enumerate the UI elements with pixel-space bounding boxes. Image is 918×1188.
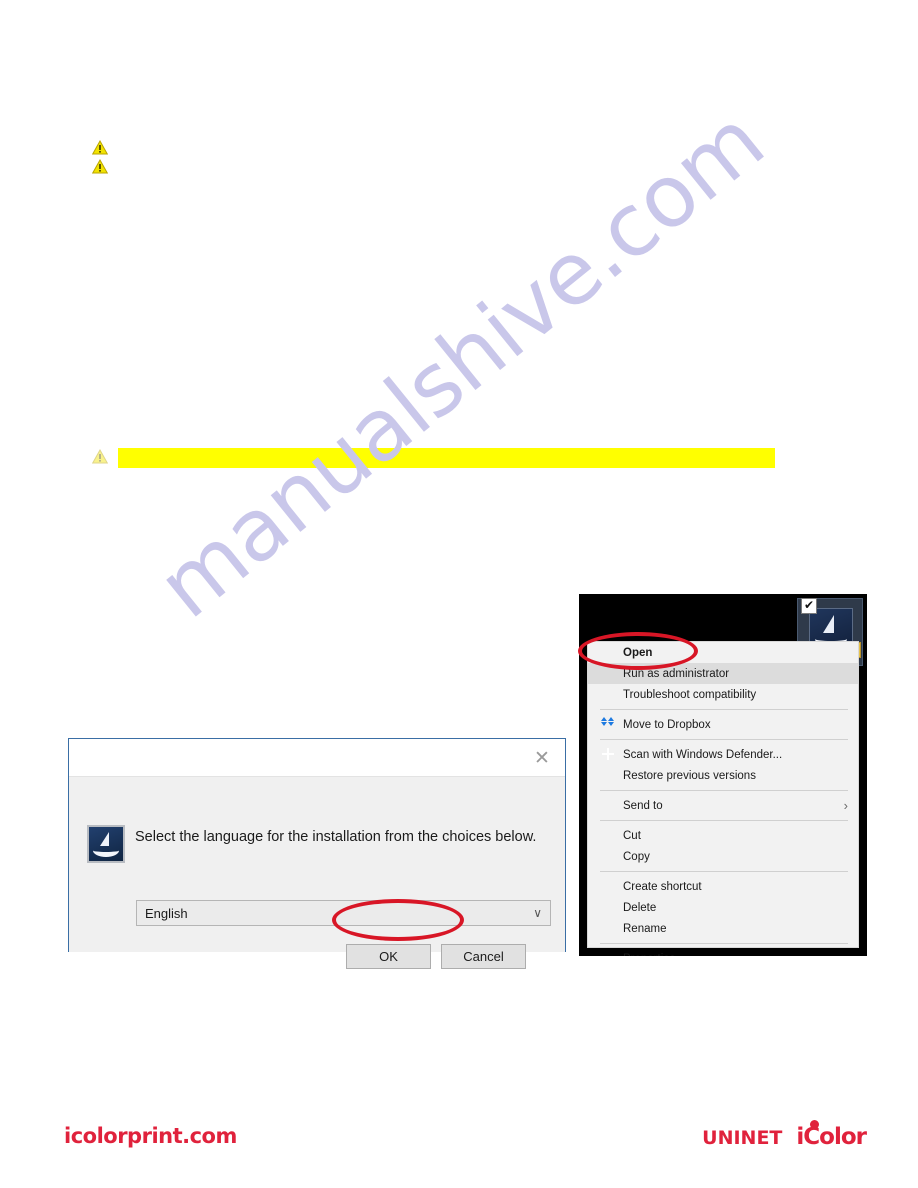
context-menu-screenshot: ✔ Open Run as administrator Troubleshoot…: [579, 594, 867, 956]
menu-separator: [600, 820, 848, 821]
dialog-message: Select the language for the installation…: [135, 829, 537, 845]
menu-item-cut[interactable]: Cut: [588, 825, 858, 846]
menu-item-label: Restore previous versions: [623, 769, 756, 782]
dialog-body: Select the language for the installation…: [69, 777, 565, 969]
menu-item-open[interactable]: Open: [588, 642, 858, 663]
menu-item-move-to-dropbox[interactable]: Move to Dropbox: [588, 714, 858, 735]
icolor-logo-text: iColor: [796, 1124, 867, 1150]
menu-item-label: Run as administrator: [623, 667, 730, 680]
menu-item-scan-with-windows-defender[interactable]: Scan with Windows Defender...: [588, 744, 858, 765]
menu-item-label: Rename: [623, 922, 667, 935]
windows-defender-icon: [601, 747, 616, 762]
menu-item-label: Troubleshoot compatibility: [623, 688, 757, 701]
menu-item-label: Delete: [623, 901, 657, 914]
menu-separator: [600, 943, 848, 944]
menu-item-label: Cut: [623, 829, 641, 842]
chevron-right-icon: ›: [843, 798, 848, 813]
ok-button[interactable]: OK: [346, 944, 431, 969]
menu-separator: [600, 739, 848, 740]
shield-icon: [601, 666, 616, 681]
language-selection-dialog: ✕ Select the language for the installati…: [68, 738, 566, 969]
menu-item-label: Move to Dropbox: [623, 718, 711, 731]
menu-item-label: Create shortcut: [623, 880, 702, 893]
dialog-titlebar: ✕: [69, 739, 565, 777]
highlighted-text-bar: [118, 448, 775, 468]
menu-item-troubleshoot-compatibility[interactable]: Troubleshoot compatibility: [588, 684, 858, 705]
language-select-value: English: [145, 905, 188, 921]
menu-item-label: Send to: [623, 799, 663, 812]
menu-item-create-shortcut[interactable]: Create shortcut: [588, 876, 858, 897]
menu-separator: [600, 790, 848, 791]
menu-item-label: Scan with Windows Defender...: [623, 748, 783, 761]
page-canvas: manualshive.com ✔ Open Run as administra…: [0, 0, 918, 1188]
warning-triangle-icon: [92, 140, 108, 155]
checkbox-icon[interactable]: ✔: [801, 598, 817, 614]
menu-separator: [600, 871, 848, 872]
menu-separator: [600, 709, 848, 710]
cancel-button[interactable]: Cancel: [441, 944, 526, 969]
menu-item-restore-previous-versions[interactable]: Restore previous versions: [588, 765, 858, 786]
menu-item-copy[interactable]: Copy: [588, 846, 858, 867]
installer-app-icon: [87, 825, 125, 863]
menu-item-label: Copy: [623, 850, 650, 863]
warning-triangle-icon: [92, 159, 108, 174]
footer-logos: UNINET iColor: [702, 1120, 867, 1150]
menu-item-run-as-administrator[interactable]: Run as administrator: [588, 663, 858, 684]
menu-item-label: Properties: [623, 953, 675, 957]
menu-item-properties[interactable]: Properties: [588, 948, 858, 957]
close-icon[interactable]: ✕: [527, 745, 557, 771]
watermark-text: manualshive.com: [140, 91, 782, 638]
menu-item-send-to[interactable]: Send to ›: [588, 795, 858, 816]
uninet-logo: UNINET: [702, 1127, 783, 1149]
menu-item-rename[interactable]: Rename: [588, 918, 858, 939]
context-menu-panel: Open Run as administrator Troubleshoot c…: [587, 641, 859, 956]
menu-item-label: Open: [623, 646, 653, 659]
footer-website[interactable]: icolorprint.com: [64, 1124, 237, 1148]
language-select-dropdown[interactable]: English ∨: [136, 900, 551, 926]
chevron-down-icon: ∨: [533, 906, 542, 920]
menu-item-delete[interactable]: Delete: [588, 897, 858, 918]
dropbox-icon: [601, 717, 616, 732]
swoosh-shape: [93, 844, 119, 857]
warning-triangle-icon: [92, 449, 108, 464]
icolor-logo: iColor: [796, 1120, 867, 1150]
